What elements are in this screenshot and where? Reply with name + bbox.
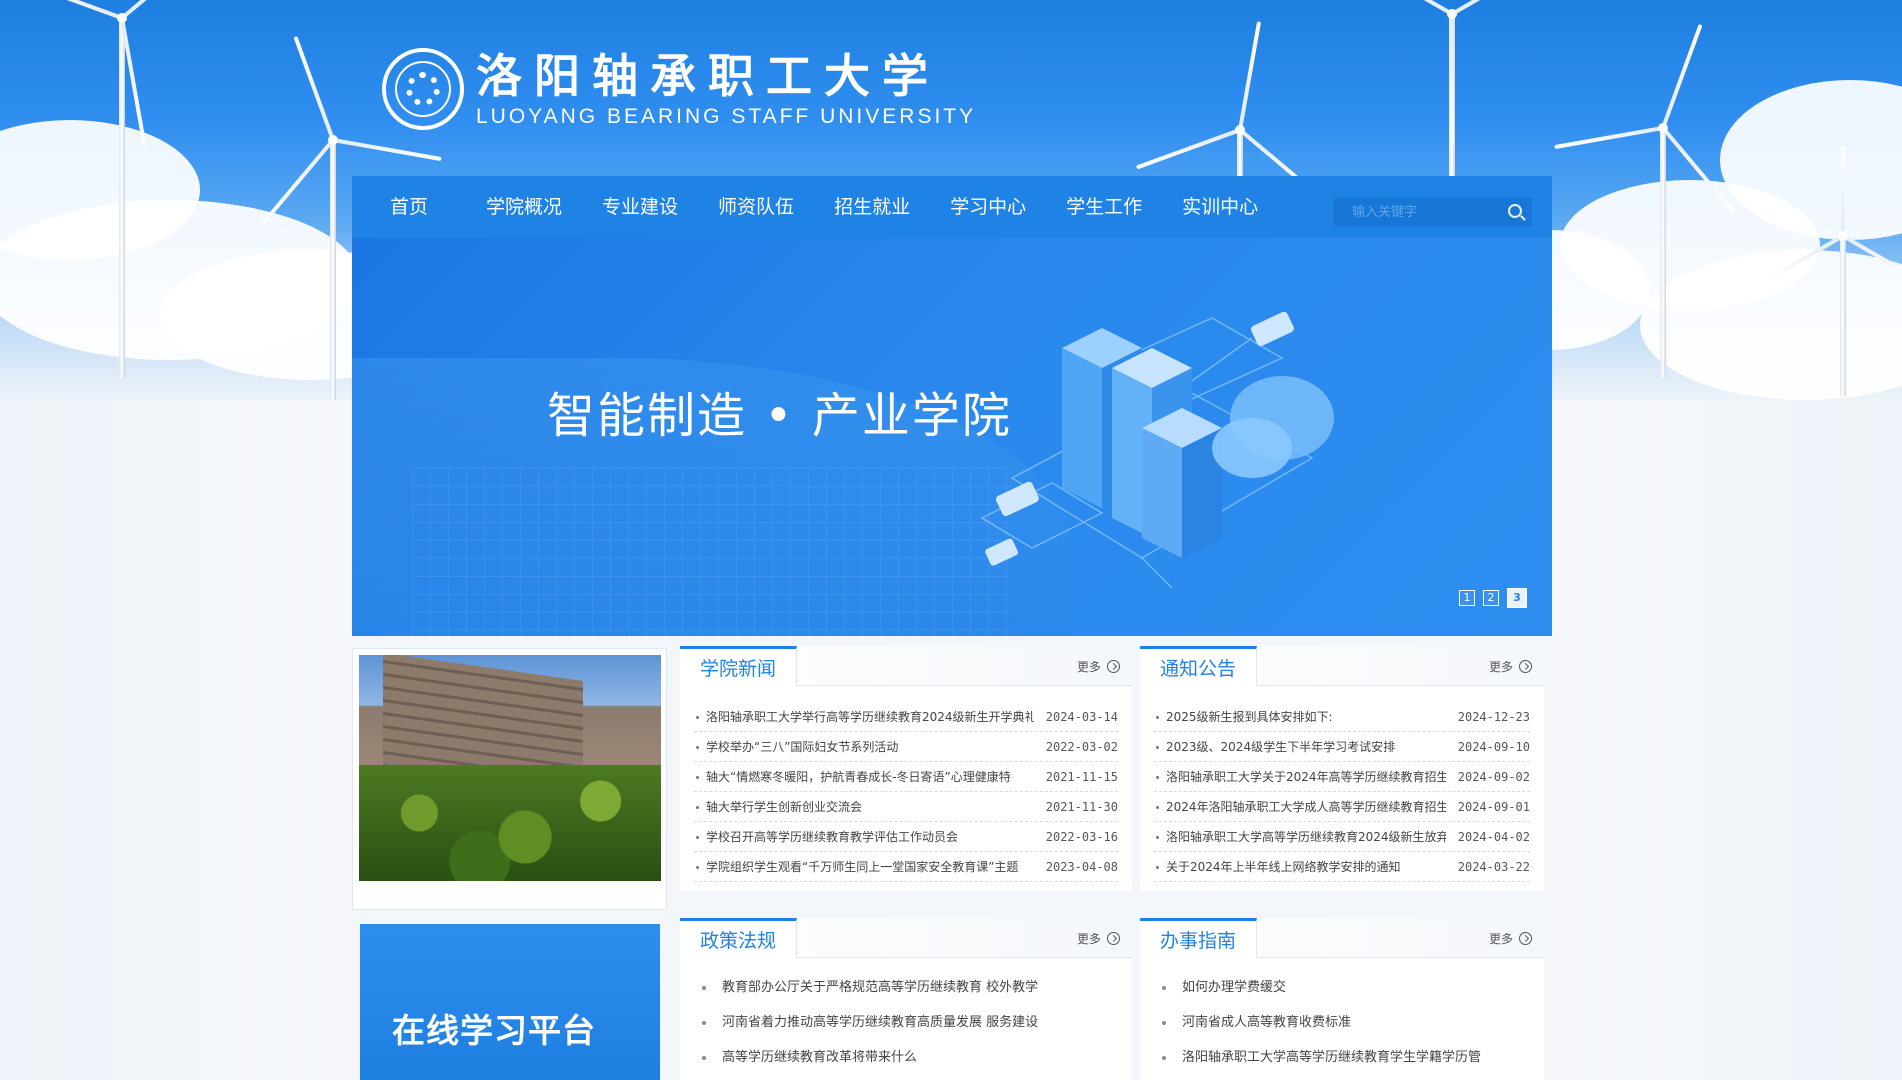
list-item[interactable]: 2024年洛阳轴承职工大学成人高等学历继续教育招生 2024-09-01 (1154, 792, 1530, 822)
chevron-right-icon (1519, 660, 1532, 673)
list-item[interactable]: 2023级、2024级学生下半年学习考试安排 2024-09-10 (1154, 732, 1530, 762)
nav-item-admissions[interactable]: 招生就业 (814, 176, 930, 238)
news-panel-title: 学院新闻 (680, 646, 798, 686)
main-container: 首页 学院概况 专业建设 师资队伍 招生就业 学习中心 学生工作 实训中心 智能… (352, 176, 1552, 1080)
list-item[interactable]: 如何办理学费缓交 (1162, 970, 1522, 1005)
policy-more-label: 更多 (1076, 932, 1101, 946)
list-item[interactable]: 关于2024年上半年线上网络教学安排的通知 2024-03-22 (1154, 852, 1530, 882)
guide-panel-title: 办事指南 (1140, 918, 1258, 958)
chevron-right-icon (1519, 932, 1532, 945)
list-item[interactable]: 洛阳轴承职工大学高等学历继续教育2024级新生放弃 2024-04-02 (1154, 822, 1530, 852)
list-item[interactable]: 河南省成人高等教育收费标准 (1162, 1005, 1522, 1040)
campus-photo-card[interactable] (352, 648, 667, 910)
list-item[interactable]: 高等学历继续教育改革将带来什么 (702, 1040, 1110, 1075)
content-area: 在线学习平台 学院新闻 更多 洛阳轴承职工大学举行高等学历继续教育2024级新生… (352, 636, 1552, 1080)
list-item[interactable]: 洛阳轴承职工大学高等学历继续教育学生学籍学历管 (1162, 1040, 1522, 1075)
news-list: 洛阳轴承职工大学举行高等学历继续教育2024级新生开学典礼 2024-03-14 … (680, 686, 1132, 882)
site-name-cn: 洛阳轴承职工大学 (476, 49, 940, 103)
banner-grid-decoration (412, 468, 1012, 636)
list-item[interactable]: 洛阳轴承职工大学举行高等学历继续教育2024级新生开学典礼 2024-03-14 (694, 702, 1118, 732)
banner-title: 智能制造 • 产业学院 (547, 388, 1012, 444)
nav-item-learning-center[interactable]: 学习中心 (930, 176, 1046, 238)
nav-item-faculty[interactable]: 师资队伍 (698, 176, 814, 238)
hero-banner[interactable]: 智能制造 • 产业学院 1 2 3 (352, 238, 1552, 636)
page-side-background (1552, 400, 1902, 1080)
list-item[interactable]: 学校召开高等学历继续教育教学评估工作动员会 2022-03-16 (694, 822, 1118, 852)
data-center-illustration (980, 311, 1334, 589)
notice-more-label: 更多 (1488, 660, 1513, 674)
online-learning-platform-card[interactable]: 在线学习平台 (360, 924, 660, 1080)
notice-more-link[interactable]: 更多 (1489, 658, 1532, 675)
notice-panel: 通知公告 更多 2025级新生报到具体安排如下: 2024-12-23 2023级… (1140, 646, 1544, 891)
policy-more-link[interactable]: 更多 (1077, 930, 1120, 947)
search-input[interactable] (1352, 204, 1502, 220)
search-box (1334, 198, 1532, 226)
campus-photo (359, 655, 661, 881)
main-nav: 首页 学院概况 专业建设 师资队伍 招生就业 学习中心 学生工作 实训中心 (352, 176, 1552, 238)
banner-page-1[interactable]: 1 (1459, 590, 1475, 606)
notice-list: 2025级新生报到具体安排如下: 2024-12-23 2023级、2024级学生… (1140, 686, 1544, 882)
list-item[interactable]: 教育部办公厅关于严格规范高等学历继续教育 校外教学 (702, 970, 1110, 1005)
banner-page-3[interactable]: 3 (1507, 588, 1527, 608)
list-item[interactable]: 学校举办“三八”国际妇女节系列活动 2022-03-02 (694, 732, 1118, 762)
nav-item-majors[interactable]: 专业建设 (582, 176, 698, 238)
nav-item-about[interactable]: 学院概况 (466, 176, 582, 238)
news-more-link[interactable]: 更多 (1077, 658, 1120, 675)
news-more-label: 更多 (1076, 660, 1101, 674)
list-item[interactable]: 洛阳轴承职工大学关于2024年高等学历继续教育招生 2024-09-02 (1154, 762, 1530, 792)
news-panel: 学院新闻 更多 洛阳轴承职工大学举行高等学历继续教育2024级新生开学典礼 202… (680, 646, 1132, 891)
chevron-right-icon (1107, 660, 1120, 673)
nav-item-training-center[interactable]: 实训中心 (1162, 176, 1278, 238)
guide-more-link[interactable]: 更多 (1489, 930, 1532, 947)
banner-page-2[interactable]: 2 (1483, 590, 1499, 606)
site-name-en: LUOYANG BEARING STAFF UNIVERSITY (476, 105, 977, 128)
site-logo[interactable]: 洛阳轴承职工大学 LUOYANG BEARING STAFF UNIVERSIT… (382, 48, 976, 130)
guide-list: 如何办理学费缓交 河南省成人高等教育收费标准 洛阳轴承职工大学高等学历继续教育学… (1140, 958, 1544, 1075)
notice-panel-title: 通知公告 (1140, 646, 1258, 686)
chevron-right-icon (1107, 932, 1120, 945)
nav-item-student-affairs[interactable]: 学生工作 (1046, 176, 1162, 238)
list-item[interactable]: 河南省着力推动高等学历继续教育高质量发展 服务建设 (702, 1005, 1110, 1040)
policy-panel-title: 政策法规 (680, 918, 798, 958)
list-item[interactable]: 轴大“情燃寒冬暖阳，护航青春成长-冬日寄语”心理健康特 2021-11-15 (694, 762, 1118, 792)
promo-text: 在线学习平台 (392, 1011, 596, 1050)
list-item[interactable]: 轴大举行学生创新创业交流会 2021-11-30 (694, 792, 1118, 822)
list-item[interactable]: 学院组织学生观看“千万师生同上一堂国家安全教育课”主题 2023-04-08 (694, 852, 1118, 882)
policy-list: 教育部办公厅关于严格规范高等学历继续教育 校外教学 河南省着力推动高等学历继续教… (680, 958, 1132, 1075)
guide-more-label: 更多 (1488, 932, 1513, 946)
page-side-background (0, 400, 352, 1080)
guide-panel: 办事指南 更多 如何办理学费缓交 河南省成人高等教育收费标准 洛阳轴承职工大学高… (1140, 918, 1544, 1080)
university-seal-icon (382, 48, 464, 130)
nav-item-home[interactable]: 首页 (352, 176, 466, 238)
search-icon[interactable] (1508, 204, 1522, 218)
list-item[interactable]: 2025级新生报到具体安排如下: 2024-12-23 (1154, 702, 1530, 732)
policy-panel: 政策法规 更多 教育部办公厅关于严格规范高等学历继续教育 校外教学 河南省着力推… (680, 918, 1132, 1080)
banner-pager: 1 2 3 (1459, 588, 1527, 608)
